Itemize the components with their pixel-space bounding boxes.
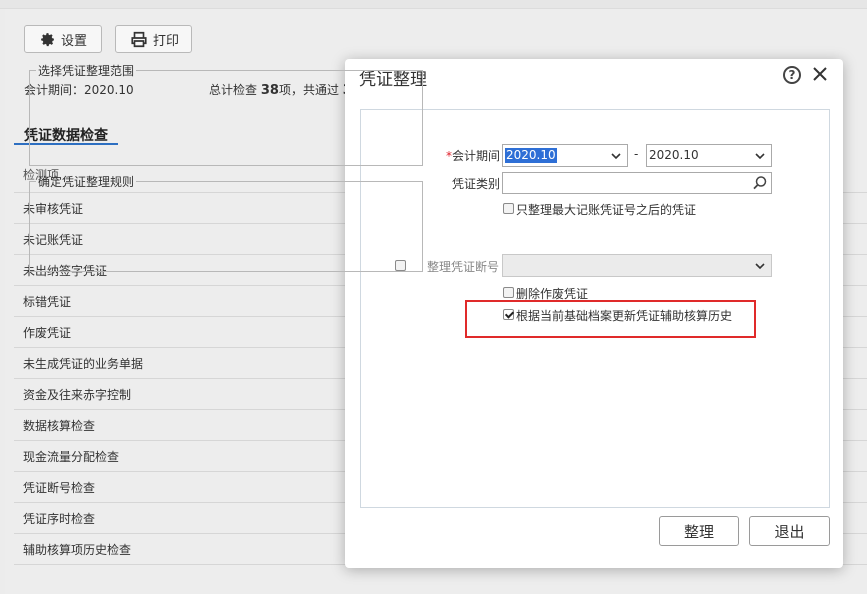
renumber-select	[502, 254, 772, 277]
only-after-checkbox[interactable]	[503, 203, 514, 214]
period-from-select[interactable]: 2020.10	[502, 144, 628, 167]
help-icon[interactable]: ?	[783, 66, 801, 84]
chevron-down-icon	[753, 149, 767, 163]
chevron-down-icon	[753, 259, 767, 273]
search-icon[interactable]	[752, 175, 768, 191]
period-to-value: 2020.10	[649, 148, 699, 162]
exit-button[interactable]: 退出	[749, 516, 830, 546]
only-after-label: 只整理最大记账凭证号之后的凭证	[516, 203, 697, 217]
rule-group: 确定凭证整理规则	[29, 173, 423, 272]
settings-label: 设置	[61, 33, 88, 49]
rule-legend: 确定凭证整理规则	[38, 175, 135, 189]
range-group: 选择凭证整理范围	[29, 62, 423, 166]
period-to-select[interactable]: 2020.10	[646, 144, 772, 167]
delete-void-checkbox[interactable]	[503, 287, 514, 298]
renumber-label: 整理凭证断号	[427, 260, 500, 274]
voucher-type-input[interactable]	[502, 172, 772, 194]
printer-icon	[130, 31, 148, 48]
close-icon[interactable]	[811, 65, 829, 83]
period-separator: -	[634, 147, 639, 161]
tidy-button[interactable]: 整理	[659, 516, 739, 546]
gear-icon	[39, 31, 56, 48]
top-bar	[0, 0, 867, 9]
period-label-text: 会计期间	[452, 149, 501, 163]
settings-button[interactable]: 设置	[24, 25, 102, 53]
period-label: *会计期间	[446, 147, 500, 164]
voucher-type-label: 凭证类别	[452, 177, 501, 191]
print-label: 打印	[153, 33, 180, 49]
annotation-highlight-box	[465, 300, 756, 338]
print-button[interactable]: 打印	[115, 25, 192, 53]
period-from-value: 2020.10	[505, 148, 557, 163]
renumber-checkbox[interactable]	[395, 260, 406, 271]
chevron-down-icon	[609, 149, 623, 163]
range-legend: 选择凭证整理范围	[38, 64, 135, 78]
